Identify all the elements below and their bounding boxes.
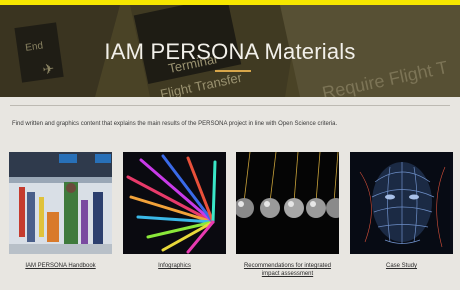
case-study-link[interactable]: Case Study bbox=[342, 262, 460, 270]
handbook-link[interactable]: IAM PERSONA Handbook bbox=[1, 262, 120, 270]
airport-travelers-image bbox=[9, 152, 112, 254]
title-underline bbox=[215, 70, 251, 72]
divider bbox=[10, 105, 450, 106]
case-study-thumbnail[interactable] bbox=[350, 152, 453, 254]
page: End ✈ Terminal Flight Transfer Require F… bbox=[0, 0, 460, 290]
radial-lights-image bbox=[123, 152, 226, 254]
content-area: Find written and graphics content that e… bbox=[0, 97, 460, 290]
recommendations-link-line2: impact assessment bbox=[261, 271, 314, 277]
recommendations-link[interactable]: Recommendations for integrated impact as… bbox=[228, 262, 347, 278]
infographics-thumbnail[interactable] bbox=[123, 152, 226, 254]
infographics-link[interactable]: Infographics bbox=[115, 262, 234, 270]
hero-banner: End ✈ Terminal Flight Transfer Require F… bbox=[0, 5, 460, 97]
intro-text: Find written and graphics content that e… bbox=[12, 121, 338, 127]
page-title: IAM PERSONA Materials bbox=[104, 39, 356, 64]
newtons-cradle-image bbox=[236, 152, 339, 254]
digital-face-image bbox=[350, 152, 453, 254]
recommendations-thumbnail[interactable] bbox=[236, 152, 339, 254]
handbook-thumbnail[interactable] bbox=[9, 152, 112, 254]
recommendations-link-line1: Recommendations for integrated bbox=[243, 263, 332, 269]
